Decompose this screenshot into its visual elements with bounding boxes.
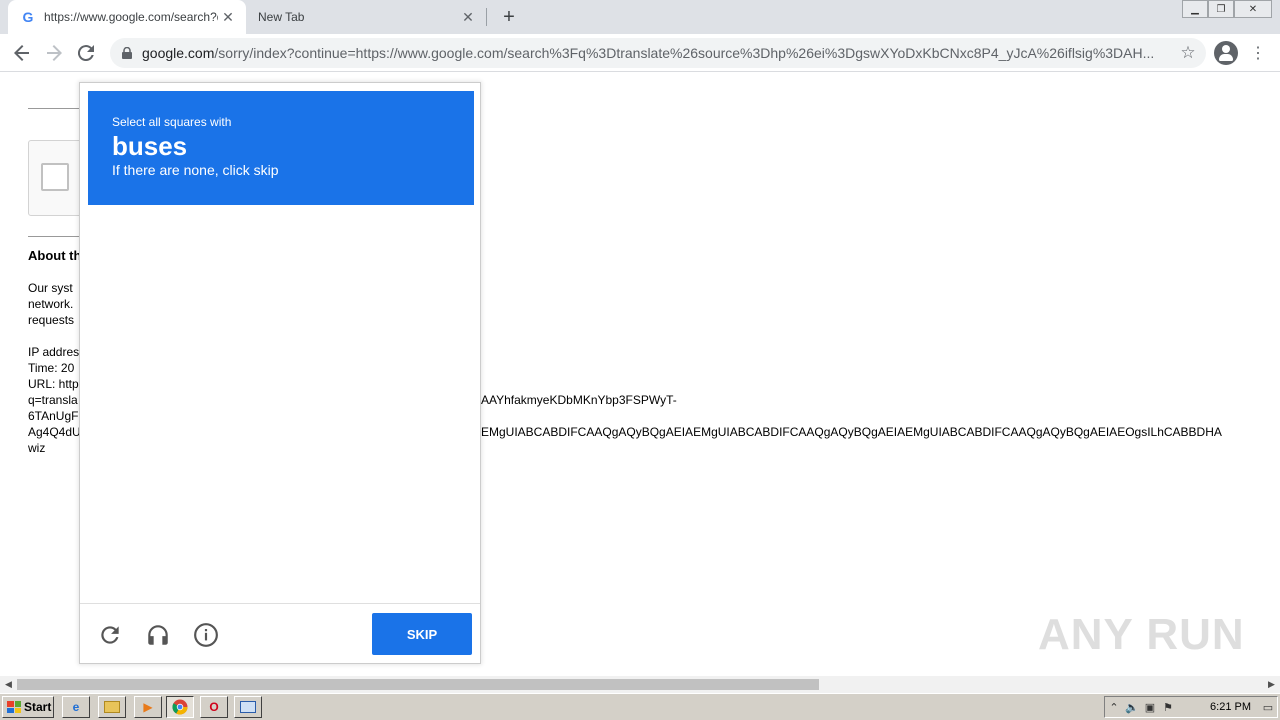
window-app-icon[interactable]	[234, 696, 262, 718]
horizontal-scrollbar[interactable]: ◀ ▶	[0, 676, 1280, 693]
browser-toolbar: google.com/sorry/index?continue=https://…	[0, 34, 1280, 72]
captcha-tile[interactable]	[377, 500, 474, 597]
info-icon[interactable]	[192, 621, 220, 649]
captcha-tile[interactable]	[377, 307, 474, 404]
recaptcha-checkbox[interactable]	[41, 163, 69, 191]
tab-close-icon[interactable]: ✕	[218, 7, 238, 27]
clock[interactable]: 6:21 PM	[1210, 701, 1251, 713]
tab-title: New Tab	[258, 10, 305, 24]
instruction-text: Select all squares with	[112, 115, 232, 129]
captcha-tile[interactable]	[377, 404, 474, 501]
url-line: wiz	[28, 441, 46, 455]
tab-close-icon[interactable]: ✕	[458, 7, 478, 27]
minimize-button[interactable]: ▁	[1182, 0, 1208, 18]
captcha-tile[interactable]	[88, 211, 185, 308]
tab-strip: G https://www.google.com/search?q= ✕ New…	[0, 0, 1280, 34]
scroll-left-arrow-icon[interactable]: ◀	[0, 676, 17, 693]
address-bar[interactable]: google.com/sorry/index?continue=https://…	[110, 38, 1206, 68]
url-line: q=transla	[28, 393, 78, 407]
windows-taskbar: Start e ▶ O ⌃ 🔈 ▣ ⚑ 6:21 PM ▭	[0, 693, 1280, 720]
forward-icon[interactable]	[40, 39, 68, 67]
captcha-tile[interactable]	[88, 404, 185, 501]
ip-line: IP addres	[28, 345, 80, 359]
media-player-icon[interactable]: ▶	[134, 696, 162, 718]
captcha-tile[interactable]	[281, 404, 378, 501]
start-button[interactable]: Start	[2, 696, 54, 718]
action-center-flag-icon[interactable]: ⚑	[1159, 701, 1177, 714]
close-window-button[interactable]: ✕	[1234, 0, 1272, 18]
body-line: Our syst	[28, 281, 73, 295]
scroll-right-arrow-icon[interactable]: ▶	[1263, 676, 1280, 693]
anyrun-watermark: ANY RUN	[1038, 610, 1245, 659]
about-heading: About th	[28, 248, 82, 263]
captcha-tile[interactable]	[281, 500, 378, 597]
scrollbar-thumb[interactable]	[17, 679, 819, 690]
captcha-tile[interactable]	[184, 500, 281, 597]
url-continuation: EMgUIABCABDIFCAAQgAQyBQgAEIAEMgUIABCABDI…	[481, 425, 1222, 439]
captcha-tile[interactable]	[281, 211, 378, 308]
audio-icon[interactable]	[144, 621, 172, 649]
chrome-taskbar-icon[interactable]	[166, 696, 194, 718]
url-line: 6TAnUgF	[28, 409, 79, 423]
lock-icon[interactable]	[120, 46, 134, 60]
network-icon[interactable]: ▣	[1141, 701, 1159, 714]
file-explorer-icon[interactable]	[98, 696, 126, 718]
footer-divider	[80, 603, 480, 604]
start-label: Start	[24, 700, 52, 714]
tab-google-search[interactable]: G https://www.google.com/search?q= ✕	[8, 0, 246, 34]
captcha-tile[interactable]	[88, 500, 185, 597]
internet-explorer-icon[interactable]: e	[62, 696, 90, 718]
captcha-tile[interactable]	[377, 211, 474, 308]
skip-button[interactable]: SKIP	[372, 613, 472, 655]
captcha-tile[interactable]	[184, 404, 281, 501]
url-line: Ag4Q4dU	[28, 425, 81, 439]
captcha-instructions: Select all squares with buses If there a…	[88, 91, 474, 205]
body-line: requests	[28, 313, 75, 327]
captcha-challenge-dialog: Select all squares with buses If there a…	[79, 82, 481, 664]
tab-new-tab[interactable]: New Tab ✕	[246, 0, 486, 34]
google-favicon-icon: G	[22, 9, 34, 25]
profile-avatar-icon[interactable]	[1214, 41, 1238, 65]
url-host: google.com	[142, 45, 215, 61]
opera-icon[interactable]: O	[200, 696, 228, 718]
bookmark-star-icon[interactable]: ☆	[1174, 39, 1202, 67]
url-line: URL: http	[28, 377, 79, 391]
captcha-tile[interactable]	[184, 307, 281, 404]
tab-title: https://www.google.com/search?q=	[44, 10, 218, 24]
tab-separator	[486, 8, 487, 26]
body-line: network.	[28, 297, 74, 311]
menu-dots-icon[interactable]: ⋮	[1246, 39, 1270, 67]
show-hidden-icons-icon[interactable]: ⌃	[1105, 701, 1123, 714]
reload-page-icon[interactable]	[72, 39, 100, 67]
show-desktop-icon[interactable]: ▭	[1259, 701, 1277, 714]
restore-button[interactable]: ❐	[1208, 0, 1234, 18]
back-icon[interactable]	[8, 39, 36, 67]
instruction-subtext: If there are none, click skip	[112, 162, 279, 178]
system-tray: ⌃ 🔈 ▣ ⚑ 6:21 PM ▭	[1104, 696, 1278, 718]
volume-icon[interactable]: 🔈	[1123, 701, 1141, 714]
captcha-tile-grid	[88, 211, 474, 597]
captcha-tile[interactable]	[184, 211, 281, 308]
url-text: google.com/sorry/index?continue=https://…	[142, 45, 1174, 61]
time-line: Time: 20	[28, 361, 75, 375]
target-object-word: buses	[112, 131, 188, 161]
windows-logo-icon	[7, 701, 21, 713]
captcha-tile[interactable]	[88, 307, 185, 404]
url-path: /sorry/index?continue=https://www.google…	[214, 45, 1155, 61]
new-tab-button[interactable]: +	[498, 6, 520, 28]
url-continuation: AAYhfakmyeKDbMKnYbp3FSPWyT-	[481, 393, 677, 407]
captcha-tile[interactable]	[281, 307, 378, 404]
reload-icon[interactable]	[96, 621, 124, 649]
